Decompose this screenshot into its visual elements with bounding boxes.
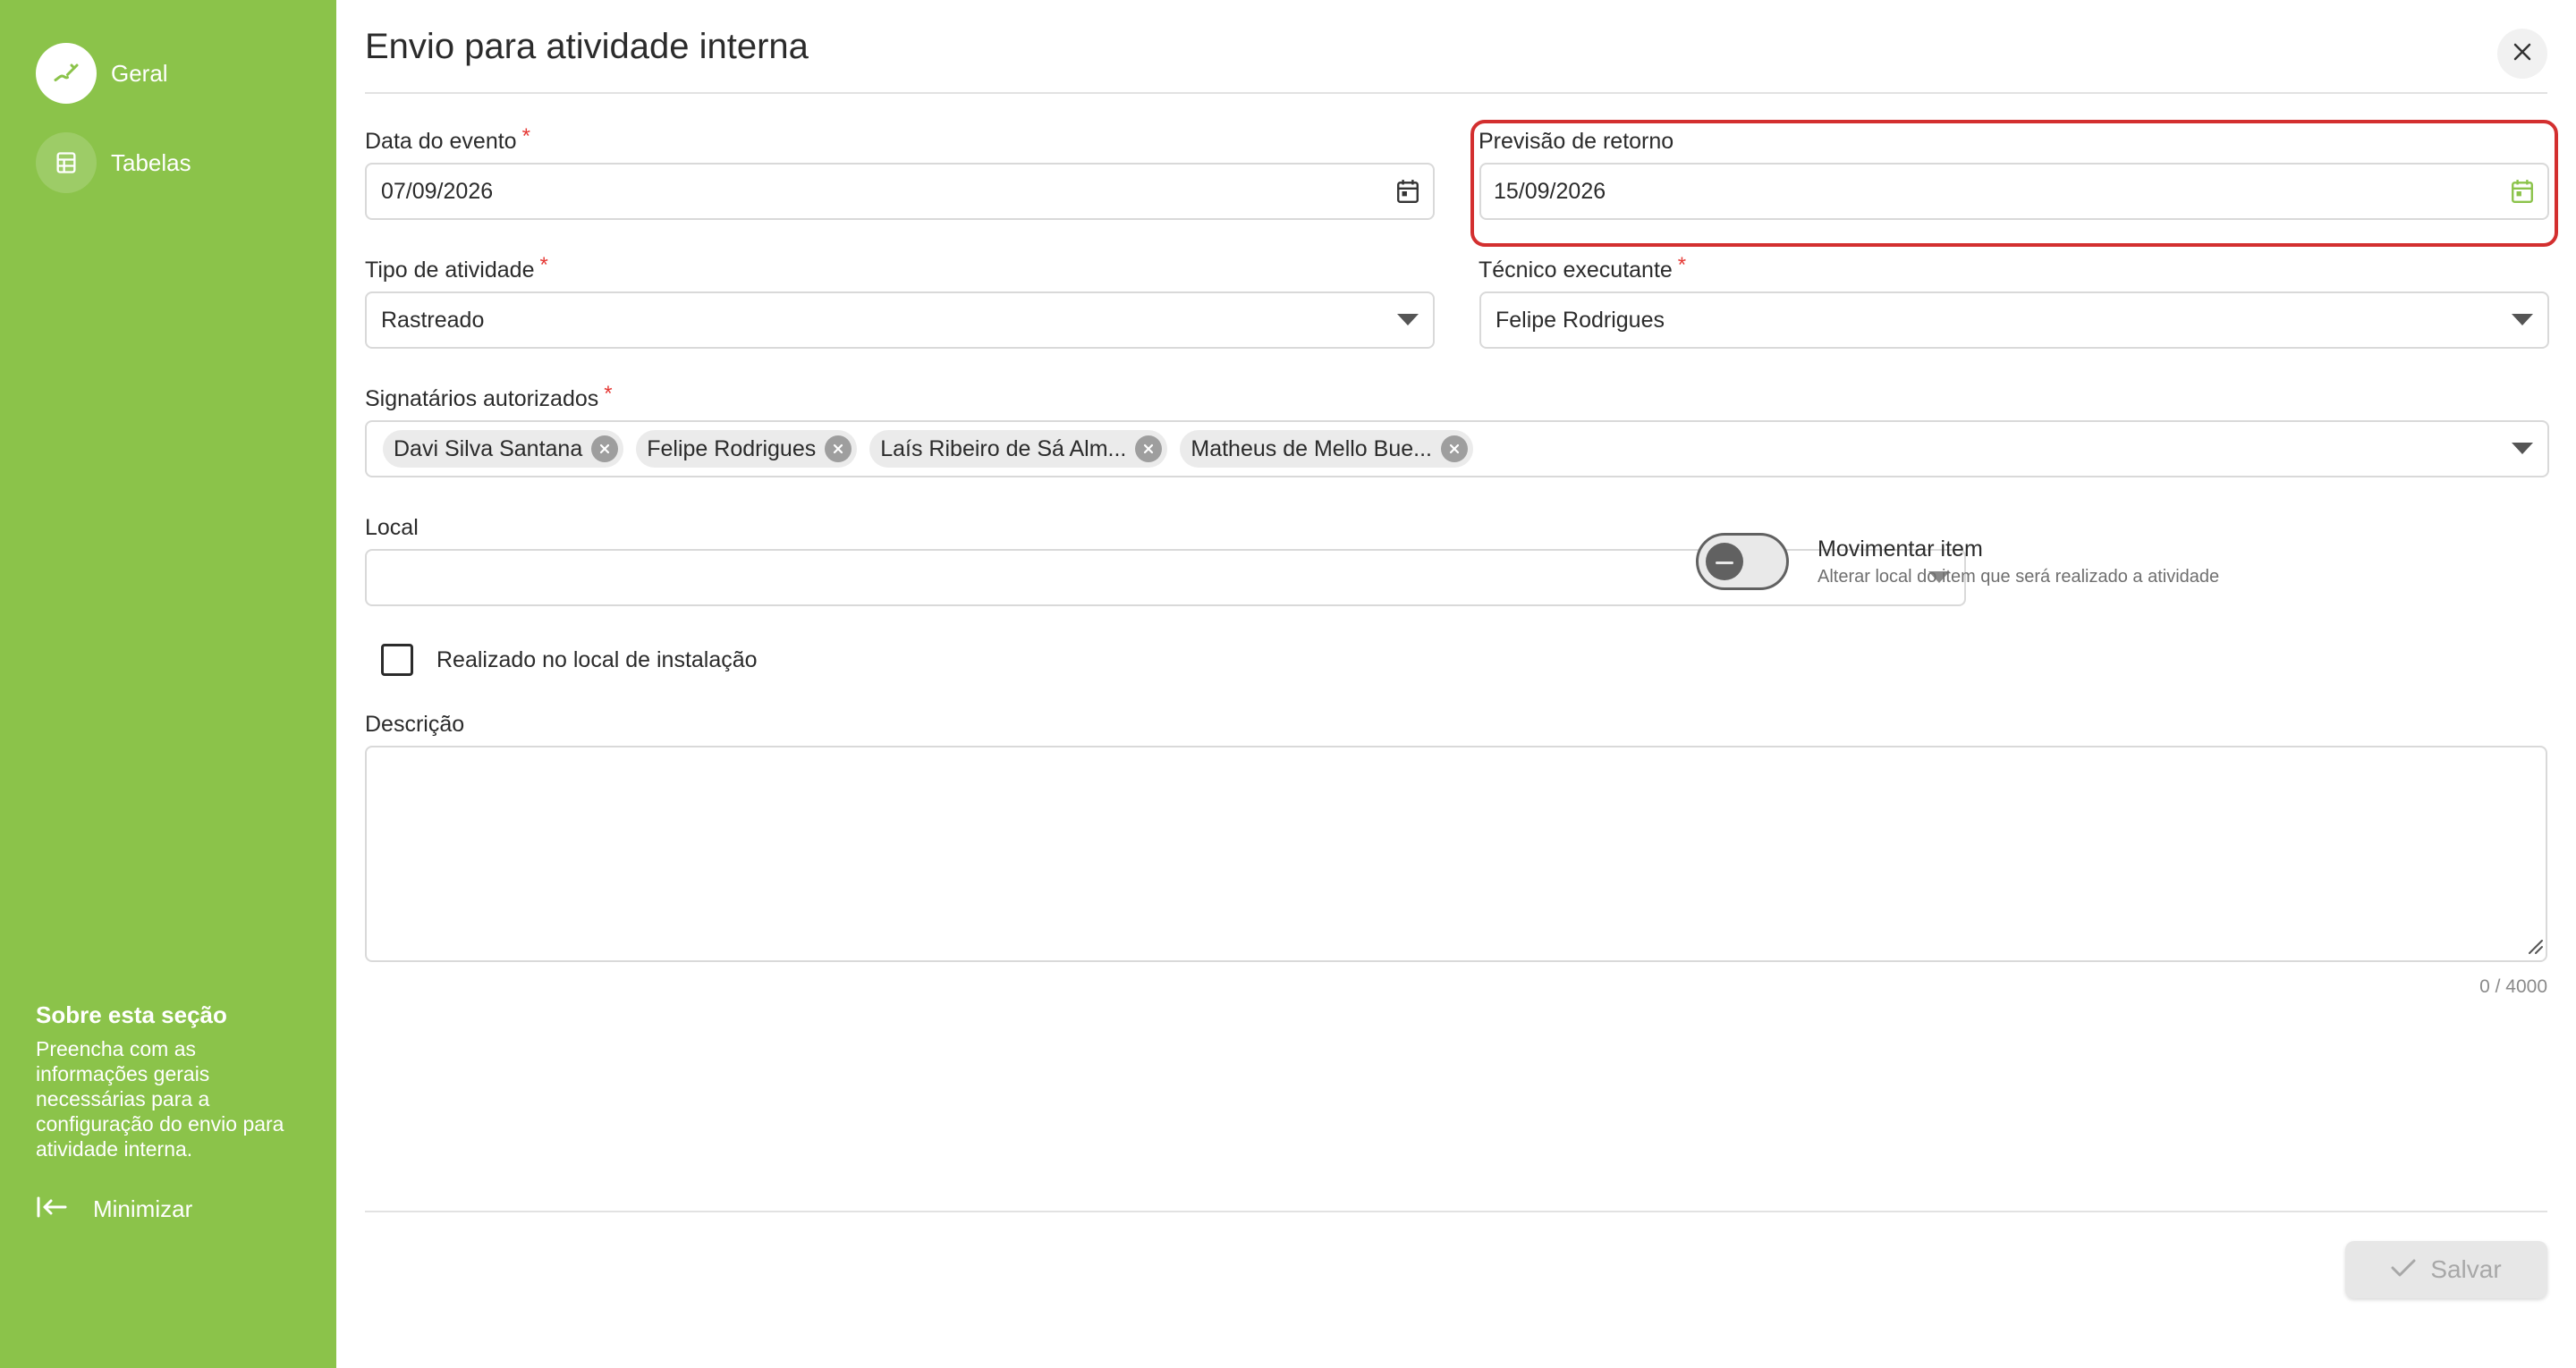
close-button[interactable] [2497, 29, 2547, 79]
page-title: Envio para atividade interna [365, 27, 809, 66]
about-title: Sobre esta seção [36, 1001, 227, 1028]
previsao-retorno-input[interactable]: 15/09/2026 [1479, 163, 2549, 220]
sidebar-item-label: Tabelas [111, 148, 191, 176]
sidebar: Geral Tabelas Sobre esta seção Preencha … [0, 0, 336, 1368]
resize-handle-icon[interactable] [2526, 937, 2544, 955]
dialog: Envio para atividade interna Data do eve… [336, 0, 2576, 1368]
realizado-local-checkbox[interactable] [381, 644, 413, 676]
remove-chip-icon[interactable] [825, 435, 852, 462]
about-text: Preencha com as informações gerais neces… [36, 1037, 284, 1161]
divider [365, 92, 2547, 94]
chip: Matheus de Mello Bue... [1180, 430, 1473, 468]
calendar-icon[interactable] [1383, 165, 1433, 218]
save-label: Salvar [2430, 1255, 2502, 1283]
checkbox-label: Realizado no local de instalação [436, 647, 758, 672]
input-value: 07/09/2026 [381, 178, 494, 204]
field-label-tecnico: Técnico executante * [1479, 253, 1686, 283]
movimentar-item-toggle[interactable] [1696, 533, 1789, 590]
save-button[interactable]: Salvar [2345, 1241, 2547, 1298]
label-text: Técnico executante [1479, 258, 1673, 283]
tecnico-executante-select[interactable]: Felipe Rodrigues [1479, 291, 2549, 349]
table-icon [36, 132, 97, 193]
toggle-title: Movimentar item [1818, 536, 1983, 562]
sidebar-item-label: Geral [111, 59, 168, 87]
chevron-down-icon[interactable] [1383, 293, 1433, 347]
calendar-icon[interactable] [2497, 165, 2547, 218]
divider [365, 1211, 2547, 1212]
sidebar-item-tabelas[interactable]: Tabelas [36, 132, 191, 193]
minus-icon [1716, 553, 1733, 570]
field-label-local: Local [365, 515, 419, 541]
select-value: Rastreado [381, 307, 485, 333]
remove-chip-icon[interactable] [1135, 435, 1163, 462]
chip: Felipe Rodrigues [636, 430, 858, 468]
character-counter: 0 / 4000 [2479, 976, 2547, 997]
label-text: Previsão de retorno [1479, 129, 1674, 154]
required-mark: * [521, 124, 530, 148]
chip: Davi Silva Santana [383, 430, 624, 468]
label-text: Signatários autorizados [365, 386, 599, 411]
toggle-subtitle: Alterar local do item que será realizado… [1818, 567, 2220, 587]
data-evento-input[interactable]: 07/09/2026 [365, 163, 1435, 220]
remove-chip-icon[interactable] [591, 435, 619, 462]
required-mark: * [539, 253, 548, 277]
select-value: Felipe Rodrigues [1496, 307, 1665, 333]
descricao-textarea[interactable] [365, 746, 2547, 962]
field-label-data-evento: Data do evento * [365, 124, 530, 155]
about-section: Sobre esta seção Preencha com as informa… [36, 1001, 295, 1161]
signatarios-multiselect[interactable]: Davi Silva Santana Felipe Rodrigues Laís… [365, 420, 2549, 477]
collapse-left-icon [36, 1195, 68, 1224]
tipo-atividade-select[interactable]: Rastreado [365, 291, 1435, 349]
label-text: Local [365, 515, 419, 540]
chip-label: Laís Ribeiro de Sá Alm... [880, 435, 1127, 461]
input-value: 15/09/2026 [1494, 178, 1606, 204]
field-label-tipo-atividade: Tipo de atividade * [365, 253, 548, 283]
remove-chip-icon[interactable] [1440, 435, 1468, 462]
chip-label: Felipe Rodrigues [647, 435, 817, 461]
chip-label: Davi Silva Santana [394, 435, 583, 461]
required-mark: * [1677, 253, 1687, 277]
label-text: Tipo de atividade [365, 258, 535, 283]
toggle-knob [1706, 543, 1743, 580]
chevron-down-icon[interactable] [2497, 422, 2547, 476]
chevron-down-icon[interactable] [2497, 293, 2547, 347]
field-label-descricao: Descrição [365, 712, 464, 738]
sidebar-item-geral[interactable]: Geral [36, 43, 168, 104]
label-text: Descrição [365, 712, 465, 737]
close-icon [2512, 42, 2532, 66]
chip-list: Davi Silva Santana Felipe Rodrigues Laís… [383, 430, 2497, 468]
link-edit-icon [36, 43, 97, 104]
minimize-label: Minimizar [93, 1195, 193, 1222]
field-label-previsao-retorno: Previsão de retorno [1479, 129, 1674, 155]
check-icon [2391, 1255, 2416, 1284]
chip: Laís Ribeiro de Sá Alm... [869, 430, 1168, 468]
required-mark: * [604, 382, 613, 406]
label-text: Data do evento [365, 129, 517, 154]
field-label-signatarios: Signatários autorizados * [365, 382, 613, 412]
minimize-button[interactable]: Minimizar [36, 1189, 192, 1229]
chip-label: Matheus de Mello Bue... [1191, 435, 1432, 461]
